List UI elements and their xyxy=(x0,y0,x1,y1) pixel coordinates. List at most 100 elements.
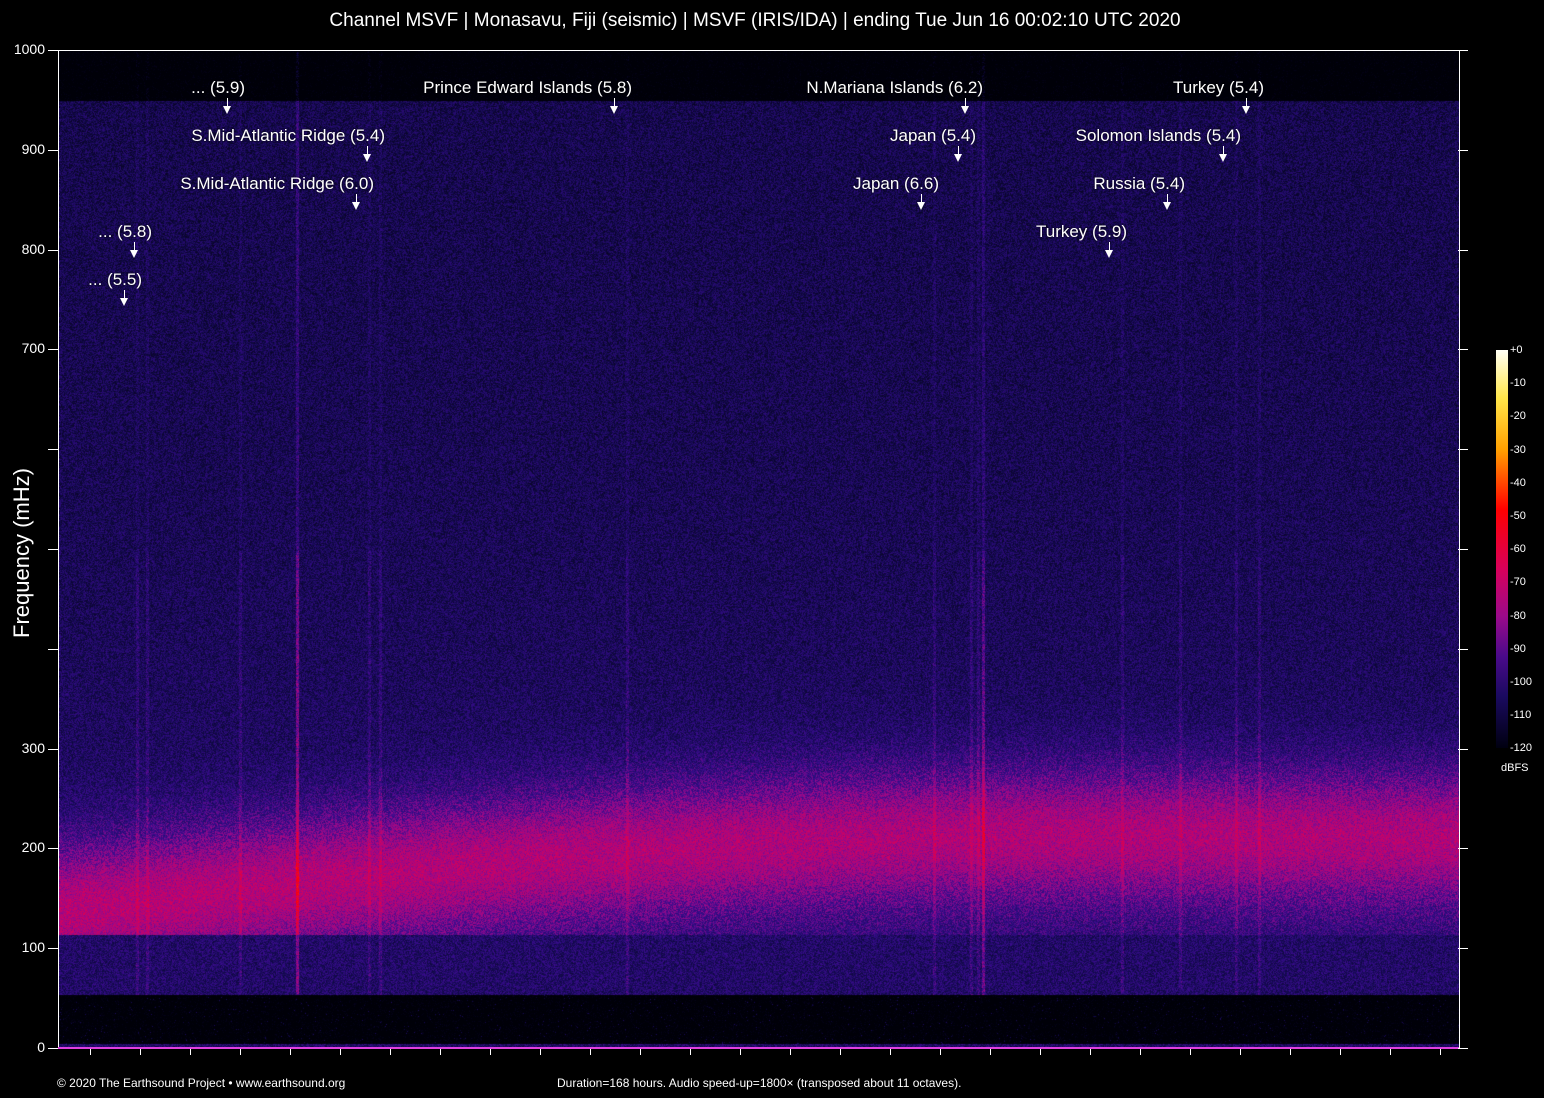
colorbar-tick-label: -120 xyxy=(1510,742,1532,754)
y-tick-label: 1000 xyxy=(5,41,45,57)
copyright-text: © 2020 The Earthsound Project • www.eart… xyxy=(57,1076,345,1090)
x-tick xyxy=(1440,1049,1441,1055)
event-label: ... (5.8) xyxy=(98,222,152,242)
colorbar-unit: dBFS xyxy=(1501,762,1529,774)
event-label: S.Mid-Atlantic Ridge (5.4) xyxy=(191,126,385,146)
x-tick xyxy=(140,1049,141,1055)
x-tick xyxy=(840,1049,841,1055)
colorbar-tick-label: -80 xyxy=(1510,610,1526,622)
x-tick xyxy=(540,1049,541,1055)
y-tick-left xyxy=(48,349,58,350)
event-arrowhead-icon xyxy=(223,106,231,114)
x-tick xyxy=(1290,1049,1291,1055)
event-arrowhead-icon xyxy=(363,154,371,162)
event-arrowhead-icon xyxy=(917,202,925,210)
colorbar xyxy=(1496,350,1508,748)
colorbar-tick-label: -90 xyxy=(1510,643,1526,655)
colorbar-tick-label: -60 xyxy=(1510,543,1526,555)
y-tick-right xyxy=(1458,649,1468,650)
y-tick-left xyxy=(48,449,58,450)
x-tick xyxy=(190,1049,191,1055)
x-tick xyxy=(740,1049,741,1055)
colorbar-tick-label: -50 xyxy=(1510,510,1526,522)
x-axis-line xyxy=(58,1047,1459,1049)
y-tick-label: 700 xyxy=(5,340,45,356)
y-tick-left xyxy=(48,848,58,849)
y-tick-left xyxy=(48,1048,58,1049)
x-tick xyxy=(1040,1049,1041,1055)
x-tick xyxy=(390,1049,391,1055)
event-arrowhead-icon xyxy=(1105,250,1113,258)
y-tick-label: 0 xyxy=(5,1039,45,1055)
x-tick xyxy=(290,1049,291,1055)
event-label: S.Mid-Atlantic Ridge (6.0) xyxy=(180,174,374,194)
colorbar-tick-label: -100 xyxy=(1510,676,1532,688)
y-tick-right xyxy=(1458,848,1468,849)
x-tick xyxy=(590,1049,591,1055)
x-tick xyxy=(440,1049,441,1055)
y-tick-left xyxy=(48,749,58,750)
event-label: Japan (6.6) xyxy=(853,174,939,194)
event-label: Solomon Islands (5.4) xyxy=(1076,126,1241,146)
y-tick-right xyxy=(1458,349,1468,350)
y-tick-left xyxy=(48,50,58,51)
y-tick-label: 800 xyxy=(5,241,45,257)
spectrogram-plot xyxy=(58,50,1460,1049)
spectrogram-image xyxy=(59,51,1459,1049)
y-tick-label: 100 xyxy=(5,939,45,955)
y-tick-left xyxy=(48,250,58,251)
x-tick xyxy=(90,1049,91,1055)
y-tick-label: 900 xyxy=(5,141,45,157)
duration-info: Duration=168 hours. Audio speed-up=1800×… xyxy=(557,1076,961,1090)
event-arrowhead-icon xyxy=(961,106,969,114)
y-tick-left xyxy=(48,150,58,151)
event-label: Russia (5.4) xyxy=(1093,174,1185,194)
x-tick xyxy=(890,1049,891,1055)
event-arrowhead-icon xyxy=(120,298,128,306)
event-arrowhead-icon xyxy=(1219,154,1227,162)
y-tick-right xyxy=(1458,449,1468,450)
colorbar-tick-label: -10 xyxy=(1510,377,1526,389)
y-tick-left xyxy=(48,948,58,949)
y-tick-left xyxy=(48,649,58,650)
x-tick xyxy=(340,1049,341,1055)
colorbar-tick-label: -30 xyxy=(1510,444,1526,456)
event-arrowhead-icon xyxy=(954,154,962,162)
y-tick-right xyxy=(1458,150,1468,151)
y-tick-left xyxy=(48,549,58,550)
colorbar-tick-label: +0 xyxy=(1510,344,1523,356)
colorbar-tick-label: -70 xyxy=(1510,576,1526,588)
y-tick-right xyxy=(1458,749,1468,750)
colorbar-tick-label: -20 xyxy=(1510,410,1526,422)
y-tick-right xyxy=(1458,549,1468,550)
chart-title: Channel MSVF | Monasavu, Fiji (seismic) … xyxy=(0,10,1510,32)
x-tick xyxy=(790,1049,791,1055)
event-arrowhead-icon xyxy=(610,106,618,114)
x-tick xyxy=(990,1049,991,1055)
y-tick-right xyxy=(1458,1048,1468,1049)
y-tick-right xyxy=(1458,250,1468,251)
event-arrowhead-icon xyxy=(1163,202,1171,210)
x-tick xyxy=(1140,1049,1141,1055)
event-label: Japan (5.4) xyxy=(890,126,976,146)
event-label: ... (5.5) xyxy=(88,270,142,290)
event-label: Turkey (5.9) xyxy=(1036,222,1127,242)
colorbar-tick-label: -40 xyxy=(1510,477,1526,489)
x-tick xyxy=(690,1049,691,1055)
y-tick-label: 300 xyxy=(5,740,45,756)
y-tick-label: 200 xyxy=(5,839,45,855)
x-tick xyxy=(1390,1049,1391,1055)
event-arrowhead-icon xyxy=(1242,106,1250,114)
event-label: Prince Edward Islands (5.8) xyxy=(423,78,632,98)
event-label: N.Mariana Islands (6.2) xyxy=(806,78,983,98)
event-arrowhead-icon xyxy=(130,250,138,258)
colorbar-tick-label: -110 xyxy=(1510,709,1531,721)
event-label: ... (5.9) xyxy=(191,78,245,98)
event-label: Turkey (5.4) xyxy=(1173,78,1264,98)
event-arrowhead-icon xyxy=(352,202,360,210)
x-tick xyxy=(1240,1049,1241,1055)
x-tick xyxy=(1340,1049,1341,1055)
y-axis-label: Frequency (mHz) xyxy=(9,468,35,638)
x-tick xyxy=(490,1049,491,1055)
x-tick xyxy=(240,1049,241,1055)
